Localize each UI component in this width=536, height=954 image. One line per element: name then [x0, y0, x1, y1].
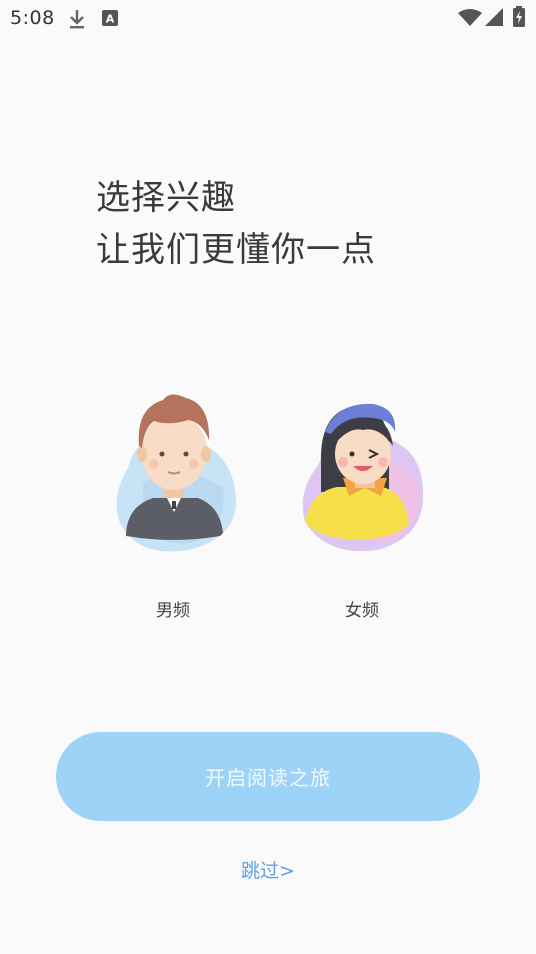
female-option-label[interactable]: 女频 [322, 596, 402, 621]
skip-link[interactable]: 跳过> [218, 856, 318, 883]
download-icon [70, 10, 84, 29]
female-avatar-icon[interactable] [297, 392, 427, 562]
app-a-icon: A [102, 10, 118, 26]
svg-text:A: A [106, 13, 115, 26]
male-avatar-icon[interactable] [108, 388, 238, 558]
start-reading-button[interactable]: 开启阅读之旅 [56, 732, 480, 821]
status-bar: 5:08 A [0, 0, 536, 36]
wifi-icon [458, 9, 482, 26]
page-title: 选择兴趣 让我们更懂你一点 [96, 172, 376, 276]
title-line-2: 让我们更懂你一点 [96, 230, 376, 270]
male-option-label[interactable]: 男频 [133, 596, 213, 621]
signal-icon [485, 8, 503, 26]
start-reading-button-label: 开启阅读之旅 [205, 766, 331, 790]
title-line-1: 选择兴趣 [96, 178, 236, 218]
status-time: 5:08 [10, 7, 55, 29]
battery-charging-icon [513, 6, 525, 27]
